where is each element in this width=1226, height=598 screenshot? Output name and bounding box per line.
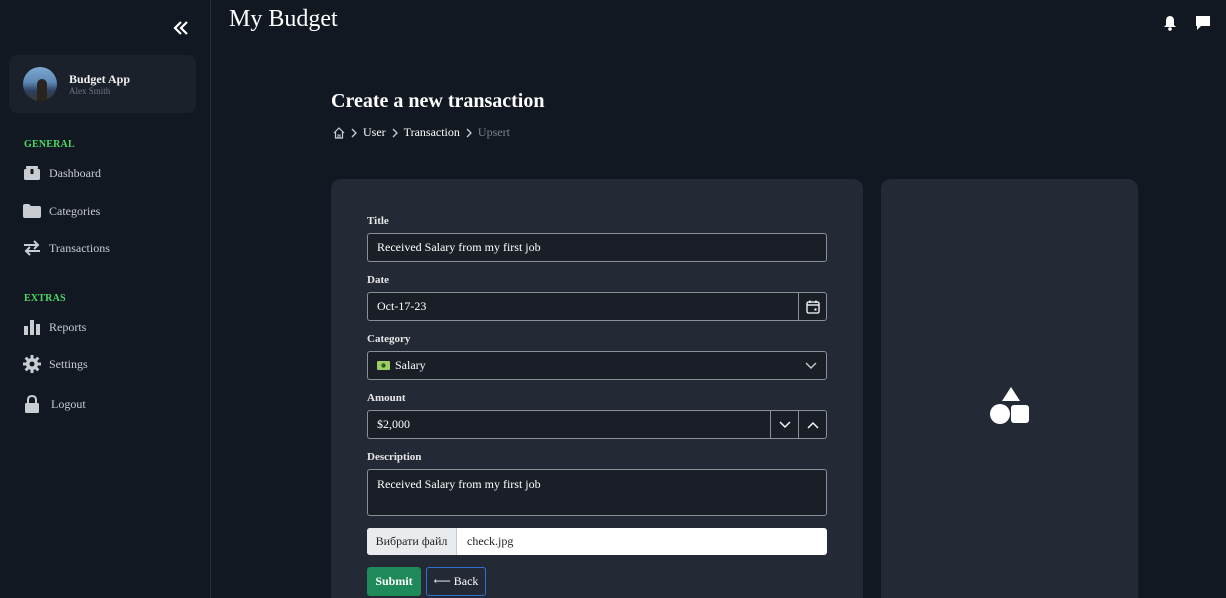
- lock-icon: [23, 395, 41, 413]
- sidebar: Budget App Alex Smith GENERAL Dashboard …: [0, 0, 211, 598]
- exchange-icon: [23, 239, 41, 257]
- sidebar-item-settings[interactable]: Settings: [23, 353, 88, 375]
- title-label: Title: [367, 215, 389, 227]
- breadcrumb-transaction[interactable]: Transaction: [404, 125, 460, 140]
- submit-button[interactable]: Submit: [367, 567, 421, 596]
- chevron-up-icon: [807, 421, 818, 428]
- collapse-sidebar-button[interactable]: [171, 17, 191, 39]
- app-title: My Budget: [229, 6, 338, 32]
- calendar-icon: [805, 300, 820, 314]
- sidebar-item-label: Categories: [49, 203, 101, 218]
- sidebar-item-categories[interactable]: Categories: [23, 200, 100, 222]
- chevron-right-icon: [350, 128, 358, 138]
- amount-label: Amount: [367, 392, 406, 404]
- box-icon: [23, 164, 41, 182]
- section-label-extras: EXTRAS: [24, 293, 66, 304]
- sidebar-item-logout[interactable]: Logout: [23, 393, 86, 415]
- category-label: Category: [367, 333, 411, 345]
- chevron-down-icon: [805, 362, 817, 370]
- sidebar-item-label: Transactions: [49, 240, 110, 255]
- choose-file-button[interactable]: Вибрати файл: [367, 528, 457, 555]
- bar-chart-icon: [23, 318, 41, 336]
- double-chevron-left-icon: [173, 21, 188, 35]
- amount-input[interactable]: [367, 410, 771, 439]
- messages-button[interactable]: [1194, 14, 1212, 32]
- sidebar-item-label: Logout: [51, 396, 86, 411]
- amount-increment-button[interactable]: [798, 410, 827, 439]
- description-textarea[interactable]: Received Salary from my first job: [367, 469, 827, 516]
- title-input[interactable]: [367, 233, 827, 262]
- sidebar-item-label: Dashboard: [49, 165, 101, 180]
- money-icon: [377, 361, 390, 370]
- chevron-down-icon: [779, 421, 790, 428]
- home-icon[interactable]: [333, 126, 345, 139]
- date-input[interactable]: [367, 292, 799, 321]
- category-selected-value: Salary: [395, 358, 426, 372]
- date-picker-button[interactable]: [798, 292, 827, 321]
- avatar: [23, 67, 57, 101]
- description-label: Description: [367, 451, 422, 463]
- file-upload-input[interactable]: Вибрати файл check.jpg: [367, 528, 827, 555]
- sidebar-item-label: Settings: [49, 356, 88, 371]
- sidebar-item-reports[interactable]: Reports: [23, 316, 86, 338]
- category-select[interactable]: Salary: [367, 351, 827, 380]
- file-name: check.jpg: [467, 534, 514, 548]
- back-button[interactable]: ⟵ Back: [426, 567, 486, 596]
- sidebar-item-dashboard[interactable]: Dashboard: [23, 162, 101, 184]
- folder-icon: [23, 202, 41, 220]
- chevron-right-icon: [465, 128, 473, 138]
- sidebar-item-transactions[interactable]: Transactions: [23, 237, 110, 259]
- date-label: Date: [367, 274, 389, 286]
- shapes-icon: [990, 387, 1030, 425]
- breadcrumb-upsert: Upsert: [477, 125, 510, 139]
- page-title: Create a new transaction: [331, 90, 545, 112]
- chevron-right-icon: [391, 128, 399, 138]
- section-label-general: GENERAL: [24, 139, 75, 150]
- profile-username: Alex Smith: [69, 85, 111, 96]
- breadcrumb-user[interactable]: User: [363, 125, 386, 140]
- notifications-button[interactable]: [1161, 14, 1179, 32]
- chat-icon: [1196, 16, 1210, 30]
- sidebar-item-label: Reports: [49, 319, 87, 334]
- profile-name: Budget App: [69, 71, 131, 86]
- amount-decrement-button[interactable]: [770, 410, 799, 439]
- profile-card[interactable]: Budget App Alex Smith: [9, 55, 196, 113]
- gear-icon: [23, 355, 41, 373]
- breadcrumb: User Transaction Upsert: [333, 125, 510, 140]
- bell-icon: [1164, 16, 1176, 31]
